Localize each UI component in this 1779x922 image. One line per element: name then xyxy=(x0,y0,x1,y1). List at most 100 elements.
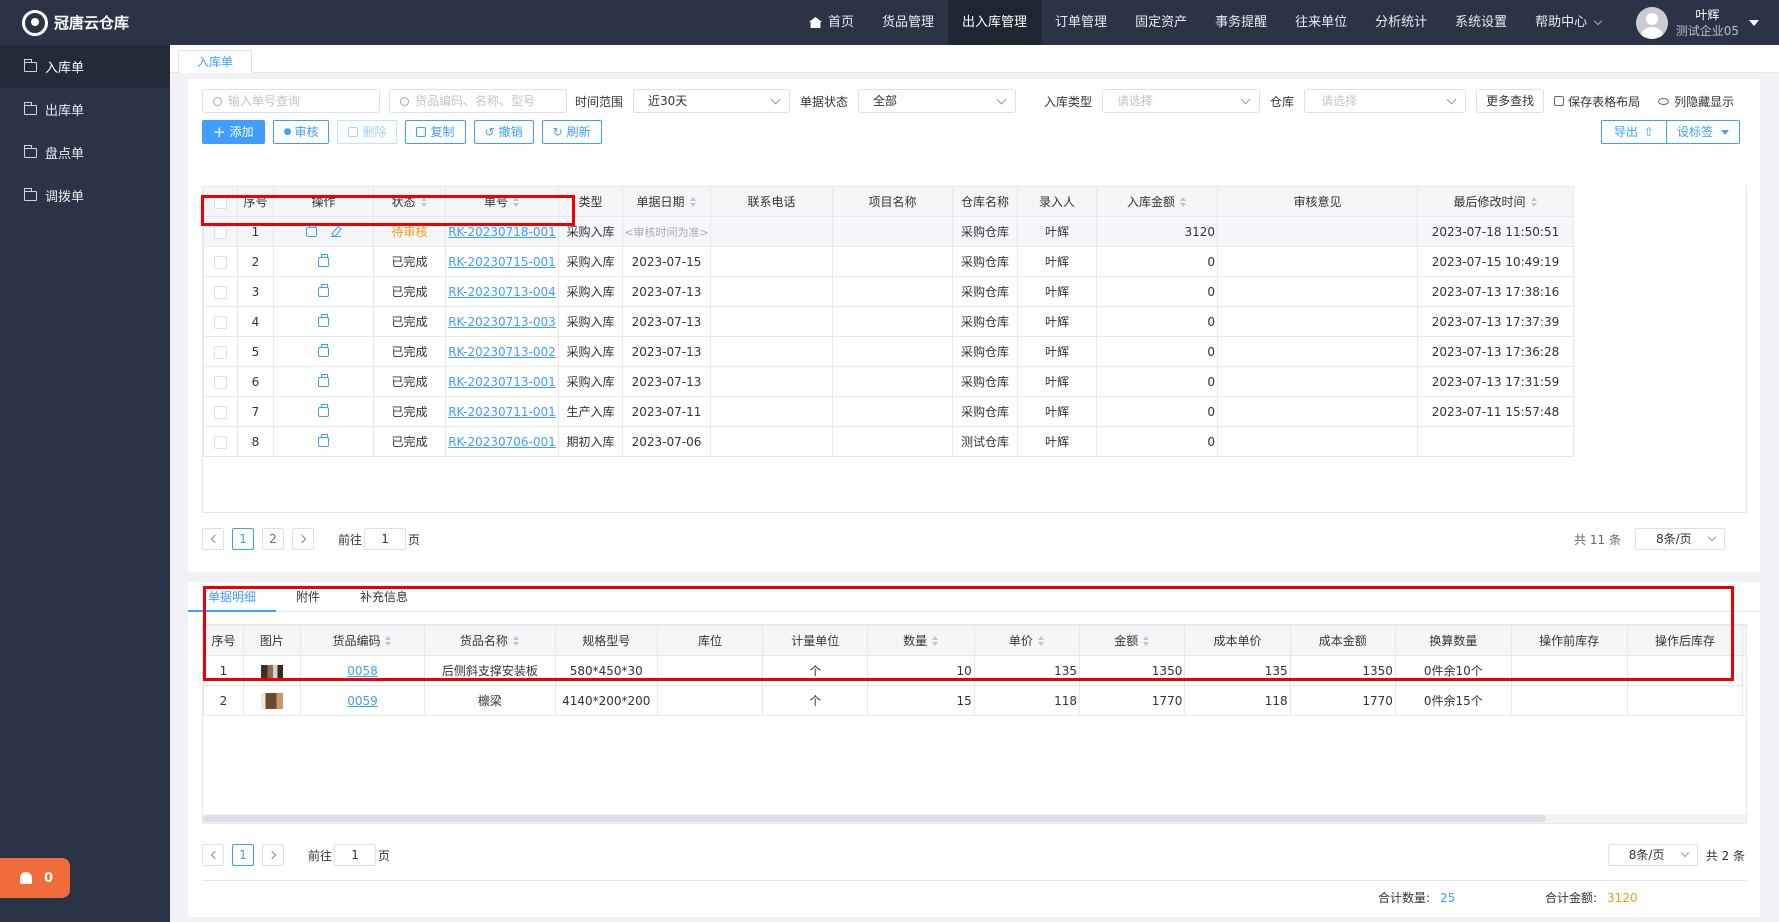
print-icon[interactable] xyxy=(318,284,329,297)
alarm-button[interactable]: 0 xyxy=(0,858,70,898)
page-2-button[interactable]: 2 xyxy=(262,528,284,550)
row-select-cell[interactable] xyxy=(203,246,238,277)
app-logo[interactable]: 冠唐云仓库 xyxy=(0,0,170,45)
refresh-button[interactable]: ↻ 刷新 xyxy=(541,120,602,144)
nav-reminders[interactable]: 事务提醒 xyxy=(1201,0,1281,45)
table-row[interactable]: 3 已完成 RK-20230713-004 采购入库 2023-07-13 采购仓库 叶辉 0… xyxy=(203,276,1574,307)
row-checkbox[interactable] xyxy=(214,375,227,389)
col-header-amount[interactable]: 入库金额 xyxy=(1096,186,1218,217)
select-all-checkbox[interactable] xyxy=(214,195,227,209)
delete-button[interactable]: 删除 xyxy=(337,120,398,144)
type-select[interactable]: 请选择 xyxy=(1102,89,1261,113)
status-select[interactable]: 全部 xyxy=(858,89,1017,113)
audit-button[interactable]: ● 审核 xyxy=(272,120,330,144)
col-header-modified[interactable]: 最后修改时间 xyxy=(1417,186,1574,217)
nav-settings[interactable]: 系统设置 xyxy=(1441,0,1521,45)
hide-columns-link[interactable]: 列隐藏显示 xyxy=(1658,93,1734,110)
next-page-button[interactable] xyxy=(292,528,314,550)
print-icon[interactable] xyxy=(318,314,329,327)
row-select-cell[interactable] xyxy=(203,306,238,337)
sort-icon[interactable] xyxy=(689,197,697,207)
tab-inbound[interactable]: 入库单 xyxy=(178,50,253,73)
sort-icon[interactable] xyxy=(1530,197,1538,207)
sort-icon[interactable] xyxy=(385,636,392,646)
nav-inout[interactable]: 出入库管理 xyxy=(948,0,1042,45)
goto-page-input[interactable]: 1 xyxy=(364,528,407,550)
sort-icon[interactable] xyxy=(420,197,428,207)
product-search-input[interactable]: 货品编码、名称、型号 xyxy=(389,89,567,113)
print-icon[interactable] xyxy=(318,374,329,387)
page-1-button[interactable]: 1 xyxy=(232,844,254,866)
table-row[interactable]: 1 待审核 RK-20230718-001 采购入库 <审核时间为准> 采购仓库 叶辉 312… xyxy=(203,216,1574,247)
detail-row[interactable]: 2 0059 檩梁 4140*200*200 个 15 118 1770 118 1770 0件余1… xyxy=(203,685,1746,716)
detail-row[interactable]: 1 0058 后侧斜支撑安装板 580*450*30 个 10 135 1350 135 1350… xyxy=(203,655,1746,686)
sort-icon[interactable] xyxy=(932,636,939,646)
horizontal-scrollbar[interactable] xyxy=(203,814,1746,823)
user-menu[interactable]: 叶辉 测试企业05 xyxy=(1635,0,1759,45)
warehouse-select[interactable]: 请选择 xyxy=(1304,89,1467,113)
order-code-link[interactable]: RK-20230713-003 xyxy=(448,315,556,329)
print-icon[interactable] xyxy=(318,434,329,447)
print-icon[interactable] xyxy=(306,224,317,237)
row-select-cell[interactable] xyxy=(203,336,238,367)
sidebar-item-stocktake[interactable]: 盘点单 xyxy=(0,131,170,174)
order-code-link[interactable]: RK-20230713-001 xyxy=(448,375,556,389)
add-button[interactable]: + 添加 xyxy=(202,120,265,144)
export-button[interactable]: 导出 ⇧ xyxy=(1600,120,1667,144)
order-code-link[interactable]: RK-20230713-002 xyxy=(448,345,556,359)
save-layout-link[interactable]: 保存表格布局 xyxy=(1554,93,1640,110)
table-row[interactable]: 8 已完成 RK-20230706-001 期初入库 2023-07-06 测试仓库 叶辉 0 xyxy=(203,426,1574,457)
col-header-qty[interactable]: 数量 xyxy=(867,625,975,656)
row-checkbox[interactable] xyxy=(214,435,227,449)
nav-partners[interactable]: 往来单位 xyxy=(1281,0,1361,45)
order-code-link[interactable]: RK-20230715-001 xyxy=(448,255,556,269)
product-thumbnail[interactable] xyxy=(260,664,283,678)
row-checkbox[interactable] xyxy=(214,285,227,299)
print-icon[interactable] xyxy=(318,404,329,417)
col-header-price[interactable]: 单价 xyxy=(973,625,1081,656)
row-select-cell[interactable] xyxy=(203,396,238,427)
page-size-select[interactable]: 8条/页 xyxy=(1635,528,1725,550)
sort-icon[interactable] xyxy=(512,636,520,646)
col-header-status[interactable]: 状态 xyxy=(373,186,446,217)
product-code-link[interactable]: 0058 xyxy=(347,664,378,678)
product-thumbnail[interactable] xyxy=(260,692,283,709)
col-header-date[interactable]: 单据日期 xyxy=(622,186,711,217)
table-row[interactable]: 2 已完成 RK-20230715-001 采购入库 2023-07-15 采购仓库 叶辉 0… xyxy=(203,246,1574,277)
product-code-link[interactable]: 0059 xyxy=(347,694,378,708)
tab-extra-info[interactable]: 补充信息 xyxy=(340,582,428,612)
sort-icon[interactable] xyxy=(1143,636,1150,646)
order-code-link[interactable]: RK-20230711-001 xyxy=(448,405,556,419)
tab-details[interactable]: 单据明细 xyxy=(188,582,277,612)
order-code-link[interactable]: RK-20230706-001 xyxy=(448,435,556,449)
revoke-button[interactable]: ↺ 撤销 xyxy=(473,120,534,144)
col-header-code[interactable]: 单号 xyxy=(445,186,559,217)
sort-icon[interactable] xyxy=(1180,197,1187,207)
sort-icon[interactable] xyxy=(1037,636,1045,646)
select-all-cell[interactable] xyxy=(203,186,238,217)
row-select-cell[interactable] xyxy=(203,216,238,247)
order-code-link[interactable]: RK-20230713-004 xyxy=(448,285,556,299)
tab-attachments[interactable]: 附件 xyxy=(276,582,340,612)
nav-analytics[interactable]: 分析统计 xyxy=(1361,0,1441,45)
copy-button[interactable]: 复制 xyxy=(405,120,466,144)
row-select-cell[interactable] xyxy=(203,426,238,457)
edit-icon[interactable] xyxy=(331,227,341,237)
row-checkbox[interactable] xyxy=(214,225,227,239)
time-range-select[interactable]: 近30天 xyxy=(633,89,791,113)
print-icon[interactable] xyxy=(318,254,329,267)
nav-home[interactable]: 首页 xyxy=(795,0,868,45)
goto-page-input[interactable]: 1 xyxy=(334,844,377,866)
more-search-button[interactable]: 更多查找 xyxy=(1476,89,1545,113)
col-header-code[interactable]: 货品编码 xyxy=(299,625,426,656)
prev-page-button[interactable] xyxy=(202,528,224,550)
row-select-cell[interactable] xyxy=(203,366,238,397)
row-checkbox[interactable] xyxy=(214,315,227,329)
prev-page-button[interactable] xyxy=(202,844,224,866)
page-size-select[interactable]: 8条/页 xyxy=(1607,844,1698,866)
col-header-amount[interactable]: 金额 xyxy=(1079,625,1186,656)
sidebar-item-inbound[interactable]: 入库单 xyxy=(0,45,170,88)
sidebar-item-transfer[interactable]: 调拨单 xyxy=(0,174,170,217)
print-icon[interactable] xyxy=(318,344,329,357)
row-select-cell[interactable] xyxy=(203,276,238,307)
